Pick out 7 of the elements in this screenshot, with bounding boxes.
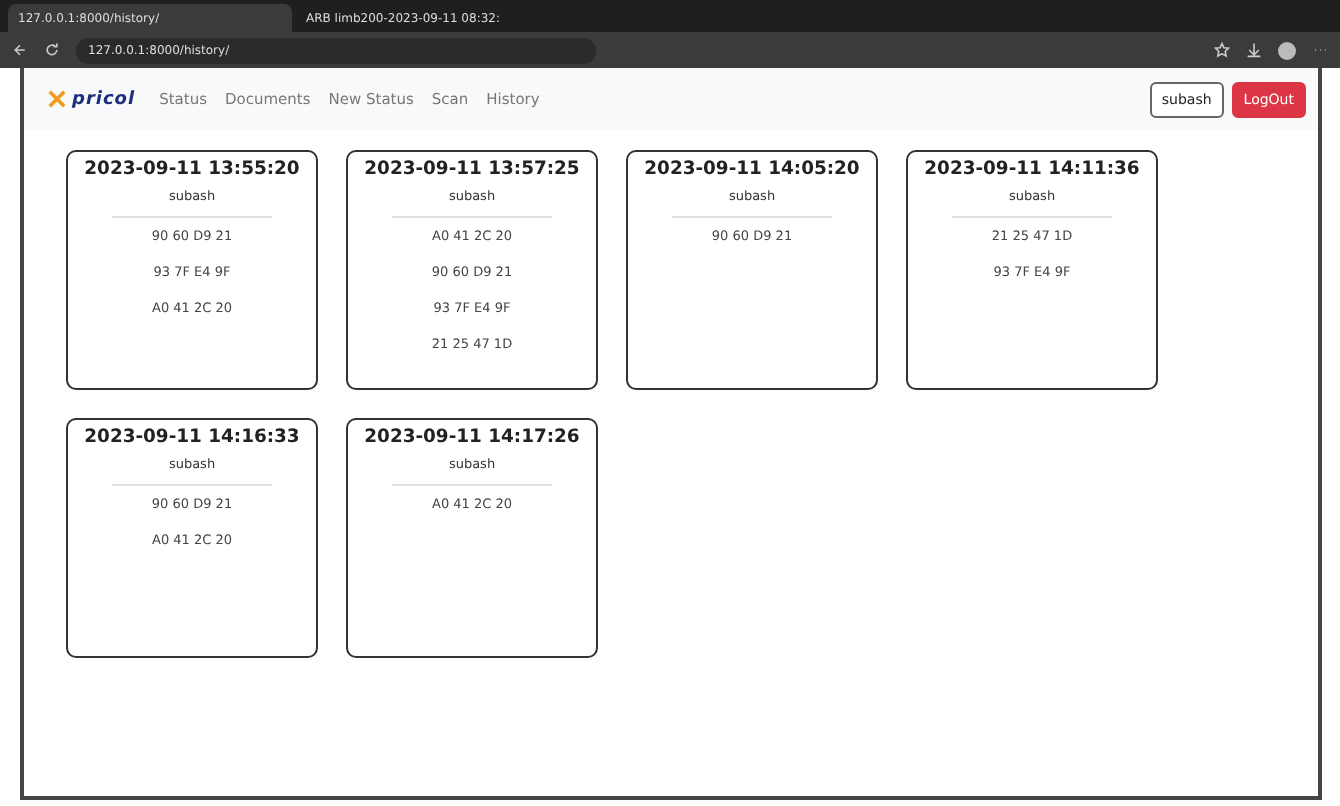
card-time: 2023-09-11 14:05:20 — [644, 158, 860, 180]
card-time: 2023-09-11 13:57:25 — [364, 158, 580, 180]
card-time: 2023-09-11 14:17:26 — [364, 426, 580, 448]
brand-name[interactable]: pricol — [72, 89, 136, 109]
card-time: 2023-09-11 13:55:20 — [84, 158, 300, 180]
card-time: 2023-09-11 14:11:36 — [924, 158, 1140, 180]
card-time: 2023-09-11 14:16:33 — [84, 426, 300, 448]
